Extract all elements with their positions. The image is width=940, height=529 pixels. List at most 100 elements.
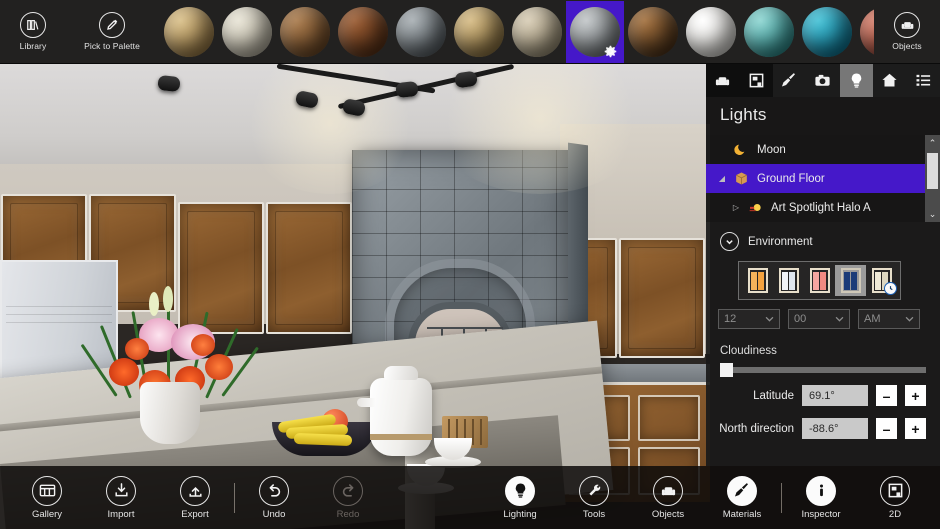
panel-tab-lights[interactable] bbox=[839, 64, 874, 97]
meridiem-value: AM bbox=[864, 313, 881, 325]
undo-button[interactable]: Undo bbox=[239, 475, 309, 520]
list-icon bbox=[915, 72, 932, 89]
north-direction-input[interactable]: -88.6° bbox=[802, 418, 868, 439]
material-sphere bbox=[454, 6, 504, 57]
material-swatch-white-gloss[interactable] bbox=[682, 1, 740, 63]
environment-section-header[interactable]: Environment bbox=[706, 222, 940, 257]
material-swatch-teal-marble[interactable] bbox=[740, 1, 798, 63]
scroll-up-icon[interactable]: ⌃ bbox=[925, 135, 940, 151]
panel-tab-objects[interactable] bbox=[706, 64, 740, 97]
scroll-down-icon[interactable]: ⌄ bbox=[925, 206, 940, 222]
latitude-increment-button[interactable]: + bbox=[905, 385, 926, 406]
import-button[interactable]: Import bbox=[86, 475, 156, 520]
material-swatch-woven-wood[interactable] bbox=[624, 1, 682, 63]
meridiem-select[interactable]: AM bbox=[858, 309, 920, 329]
brush-icon bbox=[727, 475, 757, 506]
lighting-button[interactable]: Lighting bbox=[485, 475, 555, 520]
preset-night[interactable] bbox=[835, 265, 866, 296]
flower-arrangement bbox=[80, 274, 259, 401]
tools-label: Tools bbox=[582, 508, 606, 520]
undo-icon bbox=[259, 475, 289, 506]
north-direction-row: North direction -88.6° – + bbox=[706, 418, 926, 439]
material-swatch-red-brick[interactable] bbox=[856, 1, 874, 63]
environment-preset-group[interactable] bbox=[738, 261, 901, 300]
flower-vase bbox=[140, 382, 200, 444]
preset-custom-time[interactable] bbox=[866, 265, 897, 296]
export-button[interactable]: Export bbox=[160, 475, 230, 520]
light-row-art-spotlight-halo-a[interactable]: ▷ Art Spotlight Halo A bbox=[706, 193, 940, 222]
clock-icon bbox=[884, 282, 897, 295]
toolbar-divider bbox=[234, 482, 235, 513]
material-sphere bbox=[744, 6, 794, 57]
material-swatch-gray-shingle-stone[interactable] bbox=[566, 0, 624, 63]
objects-palette-label: Objects bbox=[892, 41, 922, 51]
2d-button[interactable]: 2D bbox=[860, 475, 930, 520]
toolbar-divider bbox=[781, 482, 782, 513]
material-palette-bar: Library Pick to Palette Objects bbox=[0, 0, 940, 64]
scroll-thumb[interactable] bbox=[927, 153, 938, 189]
material-swatch-sand-stone[interactable] bbox=[450, 1, 508, 63]
light-name: Moon bbox=[757, 143, 786, 156]
library-button[interactable]: Library bbox=[0, 0, 66, 64]
material-swatch-dark-wood-plank[interactable] bbox=[334, 1, 392, 63]
track-spotlight[interactable] bbox=[157, 74, 181, 93]
objects-palette-button[interactable]: Objects bbox=[874, 0, 940, 64]
panel-tab-home[interactable] bbox=[873, 64, 906, 97]
material-swatch-teal-speckle[interactable] bbox=[798, 1, 856, 63]
north-direction-increment-button[interactable]: + bbox=[905, 418, 926, 439]
light-row-moon[interactable]: Moon bbox=[706, 135, 940, 164]
light-name: Ground Floor bbox=[757, 172, 825, 185]
gear-icon[interactable] bbox=[604, 45, 617, 58]
panel-title: Lights bbox=[706, 97, 940, 135]
box-icon bbox=[730, 171, 752, 186]
chevron-down-icon bbox=[765, 316, 774, 322]
cloudiness-slider[interactable] bbox=[720, 363, 926, 377]
hour-select[interactable]: 12 bbox=[718, 309, 780, 329]
material-swatch-tan-wood[interactable] bbox=[160, 1, 218, 63]
panel-tab-list[interactable] bbox=[907, 64, 940, 97]
light-row-ground-floor[interactable]: ◢ Ground Floor bbox=[706, 164, 940, 193]
material-swatch-light-wood-plank[interactable] bbox=[276, 1, 334, 63]
home-icon bbox=[881, 72, 898, 89]
tools-button[interactable]: Tools bbox=[559, 475, 629, 520]
preset-sunset[interactable] bbox=[804, 265, 835, 296]
materials-button[interactable]: Materials bbox=[707, 475, 777, 520]
chevron-down-icon[interactable] bbox=[720, 232, 739, 251]
panel-tab-camera[interactable] bbox=[806, 64, 839, 97]
time-of-day-controls[interactable]: 12 00 AM bbox=[718, 309, 940, 329]
preset-sunrise[interactable] bbox=[742, 265, 773, 296]
minute-value: 00 bbox=[794, 313, 807, 325]
material-swatch-strip[interactable] bbox=[158, 0, 874, 64]
cloudiness-slider-knob[interactable] bbox=[720, 363, 733, 377]
material-sphere bbox=[396, 6, 446, 57]
latitude-label: Latitude bbox=[753, 389, 794, 402]
material-swatch-beige-stucco[interactable] bbox=[508, 1, 566, 63]
panel-tab-2d[interactable] bbox=[739, 64, 773, 97]
pick-to-palette-button[interactable]: Pick to Palette bbox=[66, 0, 158, 64]
material-sphere bbox=[338, 6, 388, 57]
material-sphere bbox=[628, 6, 678, 57]
pick-to-palette-label: Pick to Palette bbox=[84, 41, 140, 51]
camera-icon bbox=[814, 72, 831, 89]
gallery-button[interactable]: Gallery bbox=[12, 475, 82, 520]
preset-day[interactable] bbox=[773, 265, 804, 296]
inspector-button[interactable]: Inspector bbox=[786, 475, 856, 520]
minute-select[interactable]: 00 bbox=[788, 309, 850, 329]
objects-button[interactable]: Objects bbox=[633, 475, 703, 520]
library-icon bbox=[20, 12, 46, 38]
material-swatch-cream-plaster[interactable] bbox=[218, 1, 276, 63]
expander-icon[interactable]: ◢ bbox=[714, 174, 730, 183]
library-label: Library bbox=[19, 41, 47, 51]
material-swatch-gray-brick[interactable] bbox=[392, 1, 450, 63]
lights-list[interactable]: Moon ◢ Ground Floor ▷ Art Spotlight Halo A ⌃… bbox=[706, 135, 940, 222]
latitude-input[interactable]: 69.1° bbox=[802, 385, 868, 406]
lights-scrollbar[interactable]: ⌃ ⌄ bbox=[925, 135, 940, 222]
panel-tab-strip[interactable] bbox=[706, 64, 940, 97]
floorplan-icon bbox=[880, 475, 910, 506]
latitude-decrement-button[interactable]: – bbox=[876, 385, 897, 406]
wrench-icon bbox=[579, 475, 609, 506]
expander-icon[interactable]: ▷ bbox=[728, 203, 744, 212]
window-preview-icon bbox=[840, 268, 861, 293]
north-direction-decrement-button[interactable]: – bbox=[876, 418, 897, 439]
panel-tab-materials[interactable] bbox=[773, 64, 806, 97]
